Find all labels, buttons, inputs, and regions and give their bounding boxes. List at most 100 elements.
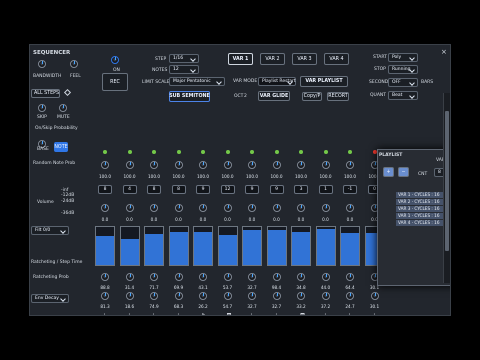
note-glyph[interactable]: ♩	[151, 312, 155, 315]
start-select[interactable]: Poly	[388, 53, 418, 62]
second-select[interactable]: OFF	[388, 78, 418, 87]
mute-knob[interactable]	[59, 104, 67, 112]
step-led[interactable]	[127, 150, 132, 154]
step-led[interactable]	[323, 150, 328, 154]
resonance-knob[interactable]	[174, 292, 183, 300]
volume-bar[interactable]	[217, 226, 238, 266]
probability-knob[interactable]	[174, 161, 183, 169]
note-field[interactable]: 9	[245, 185, 259, 194]
volume-bar[interactable]	[315, 226, 336, 266]
skip-knob[interactable]	[38, 104, 46, 112]
volume-bar[interactable]	[340, 226, 360, 266]
note-glyph[interactable]: ♩	[176, 312, 180, 315]
note-glyph[interactable]: ♬	[225, 312, 232, 315]
filter-knob[interactable]	[248, 273, 256, 281]
note-field[interactable]: 9	[196, 185, 210, 194]
edit-icon[interactable]	[63, 88, 72, 97]
random-note-knob[interactable]	[248, 204, 256, 212]
tab-var-4[interactable]: VAR 4	[324, 53, 349, 65]
step-led[interactable]	[274, 150, 279, 154]
quant-select[interactable]: Beat	[388, 91, 418, 100]
filter-select[interactable]: Filt 0/0	[31, 226, 69, 235]
limit-scale-select[interactable]: Major Pentatonic	[169, 77, 225, 86]
note-glyph[interactable]: ♩	[347, 312, 351, 315]
probability-knob[interactable]	[125, 161, 134, 169]
volume-bar[interactable]	[266, 226, 287, 266]
note-field[interactable]: 4	[122, 185, 137, 194]
random-note-knob[interactable]	[199, 204, 207, 212]
volume-bar[interactable]	[95, 226, 115, 266]
tab-var-2[interactable]: VAR 2	[260, 53, 285, 65]
probability-knob[interactable]	[223, 161, 232, 169]
note-glyph[interactable]: ♩	[102, 312, 106, 315]
note-field[interactable]: 1	[318, 185, 333, 194]
step-led[interactable]	[103, 150, 107, 154]
resonance-knob[interactable]	[248, 292, 256, 300]
random-note-knob[interactable]	[297, 204, 305, 212]
resonance-knob[interactable]	[150, 292, 158, 300]
note-field[interactable]: 9	[269, 185, 284, 194]
step-led[interactable]	[176, 150, 181, 154]
step-led[interactable]	[201, 150, 205, 154]
filter-knob[interactable]	[297, 273, 305, 281]
tab-var-3[interactable]: VAR 3	[292, 53, 317, 65]
filter-knob[interactable]	[272, 273, 281, 281]
filter-knob[interactable]	[346, 273, 354, 281]
filter-knob[interactable]	[174, 273, 183, 281]
bandwidth-knob[interactable]	[38, 60, 46, 68]
playlist-row[interactable]: VAR 4 · CYCLES : 16	[396, 220, 446, 226]
note-field[interactable]: -1	[343, 185, 357, 194]
probability-knob[interactable]	[150, 161, 158, 169]
note-field[interactable]: 12	[220, 185, 235, 194]
resonance-knob[interactable]	[101, 292, 109, 300]
note-glyph[interactable]: ♩	[249, 312, 253, 315]
probability-knob[interactable]	[297, 161, 305, 169]
volume-bar[interactable]	[119, 226, 140, 266]
playlist-minus-button[interactable]: −	[398, 167, 409, 177]
random-note-knob[interactable]	[272, 204, 281, 212]
random-note-knob[interactable]	[125, 204, 134, 212]
random-note-knob[interactable]	[223, 204, 232, 212]
resonance-knob[interactable]	[346, 292, 354, 300]
step-led[interactable]	[372, 150, 377, 154]
filter-knob[interactable]	[199, 273, 207, 281]
filter-knob[interactable]	[150, 273, 158, 281]
random-note-knob[interactable]	[346, 204, 354, 212]
rec-button[interactable]: REC	[102, 73, 128, 91]
random-note-knob[interactable]	[174, 204, 183, 212]
sub-semitone-button[interactable]: SUB SEMITONE	[169, 91, 210, 102]
filter-knob[interactable]	[125, 273, 134, 281]
note-field[interactable]: 3	[294, 185, 308, 194]
playlist-plus-button[interactable]: +	[383, 167, 394, 177]
resonance-knob[interactable]	[297, 292, 305, 300]
playlist-row[interactable]: VAR 3 · CYCLES : 16	[396, 206, 446, 212]
volume-bar[interactable]	[144, 226, 164, 266]
volume-bar[interactable]	[242, 226, 262, 266]
var-mode-select[interactable]: Playlist Restart	[258, 77, 296, 86]
scroll-thumb[interactable]	[445, 111, 449, 251]
step-led[interactable]	[250, 150, 254, 154]
probability-knob[interactable]	[346, 161, 354, 169]
note-field[interactable]: 8	[98, 185, 112, 194]
right-scrollbar[interactable]	[443, 93, 450, 283]
power-knob[interactable]	[111, 56, 119, 64]
copy-button[interactable]: Copy/P	[302, 92, 322, 101]
resonance-knob[interactable]	[272, 292, 281, 300]
note-glyph[interactable]: ♩	[127, 312, 131, 315]
random-note-knob[interactable]	[101, 204, 109, 212]
step-led[interactable]	[348, 150, 352, 154]
resonance-knob[interactable]	[199, 292, 207, 300]
note-button[interactable]: NOTE	[54, 142, 68, 152]
resonance-knob[interactable]	[370, 292, 379, 300]
var-glide-button[interactable]: VAR GLIDE	[258, 91, 290, 101]
step-led[interactable]	[152, 150, 156, 154]
resonance-knob[interactable]	[125, 292, 134, 300]
tab-var-1[interactable]: VAR 1	[228, 53, 253, 65]
random-note-knob[interactable]	[150, 204, 158, 212]
close-icon[interactable]: ×	[441, 48, 447, 56]
env-decay-select[interactable]: Env Decay	[31, 294, 69, 303]
filter-knob[interactable]	[101, 273, 109, 281]
note-glyph[interactable]: ♩	[323, 312, 327, 315]
step-select[interactable]: 1/16	[169, 54, 199, 63]
filter-knob[interactable]	[321, 273, 330, 281]
